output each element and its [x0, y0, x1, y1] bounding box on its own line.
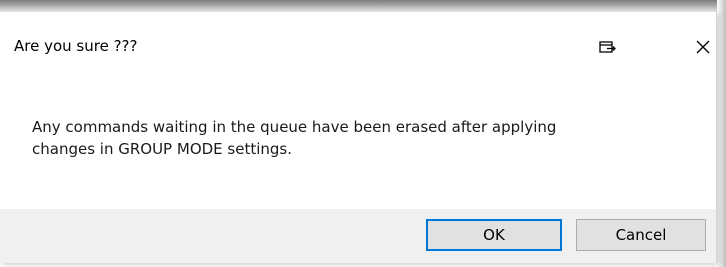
close-button[interactable] — [690, 32, 716, 66]
window-shadow-right — [717, 0, 726, 267]
message-line-1: Any commands waiting in the queue have b… — [32, 118, 557, 136]
dialog-message: Any commands waiting in the queue have b… — [32, 116, 692, 160]
close-icon — [695, 39, 711, 59]
message-line-2: changes in GROUP MODE settings. — [32, 140, 293, 158]
title-bar[interactable]: Are you sure ??? — [0, 12, 716, 72]
restore-window-button[interactable] — [588, 32, 628, 66]
screenshot-page: Are you sure ??? Any commands waiting in… — [0, 0, 726, 267]
ok-button[interactable]: OK — [426, 219, 562, 251]
dialog-title: Are you sure ??? — [14, 37, 138, 55]
cancel-button[interactable]: Cancel — [576, 219, 706, 251]
restore-window-icon — [598, 39, 618, 59]
